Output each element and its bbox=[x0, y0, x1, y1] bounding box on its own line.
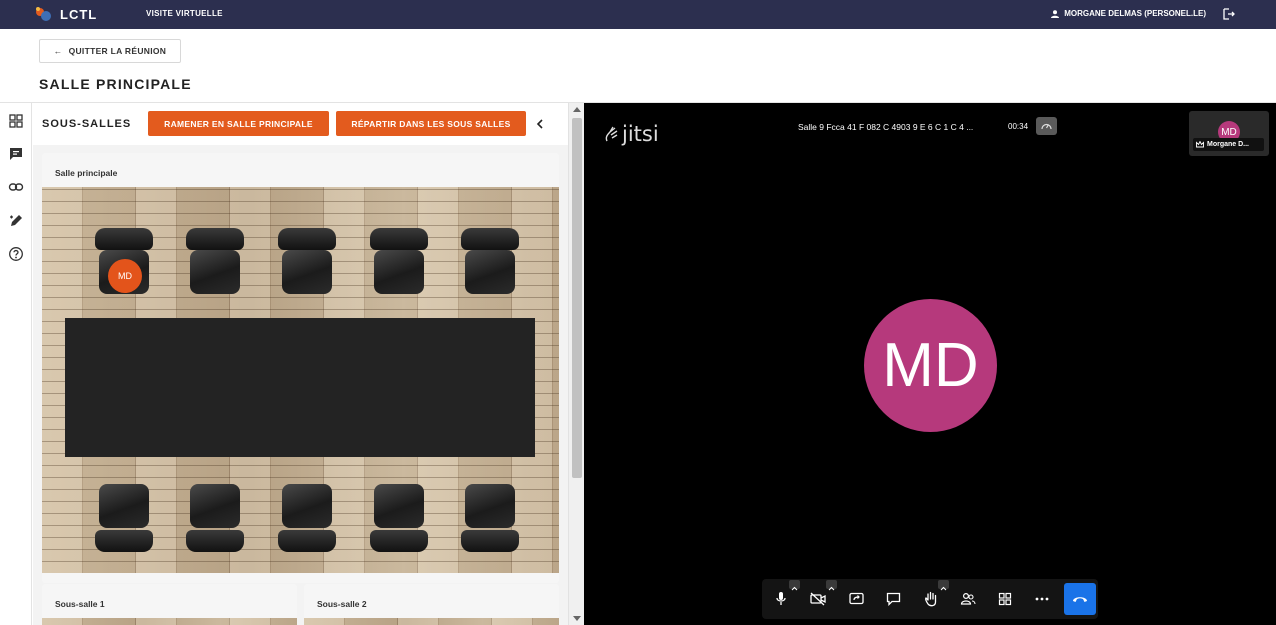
seat-bottom-2[interactable] bbox=[186, 484, 244, 554]
seat-top-2[interactable] bbox=[186, 228, 244, 298]
screen-share-icon bbox=[848, 592, 864, 605]
thumbnail-name-tag: Morgane D... bbox=[1193, 138, 1264, 151]
left-icon-rail bbox=[0, 103, 32, 625]
participant-avatar[interactable]: MD bbox=[108, 259, 142, 293]
seat-top-3[interactable] bbox=[278, 228, 336, 298]
more-horizontal-icon bbox=[1035, 597, 1049, 601]
bring-back-button[interactable]: RAMENER EN SALLE PRINCIPALE bbox=[148, 111, 329, 136]
connection-quality-indicator[interactable] bbox=[1036, 117, 1057, 135]
panel-scrollbar[interactable] bbox=[568, 103, 584, 625]
thumbnail-name: Morgane D... bbox=[1207, 141, 1250, 148]
tile-view-icon bbox=[998, 592, 1012, 606]
speaker-avatar: MD bbox=[864, 299, 997, 432]
subroom-floor[interactable] bbox=[42, 618, 297, 625]
meeting-timer: 00:34 bbox=[1008, 122, 1029, 131]
gauge-icon bbox=[1041, 123, 1052, 130]
subroom-label: Sous-salle 2 bbox=[317, 599, 367, 609]
chat-icon bbox=[886, 592, 900, 606]
raise-hand-icon bbox=[924, 591, 937, 607]
page-title: SALLE PRINCIPALE bbox=[39, 76, 192, 92]
panel-title: SOUS-SALLES bbox=[42, 118, 132, 130]
nav-link-virtual-visit[interactable]: VISITE VIRTUELLE bbox=[146, 9, 223, 18]
help-icon[interactable] bbox=[8, 246, 24, 262]
more-actions-button[interactable] bbox=[1031, 588, 1053, 610]
breakout-rooms-panel: SOUS-SALLES RAMENER EN SALLE PRINCIPALE … bbox=[33, 103, 584, 625]
crown-icon bbox=[1196, 141, 1204, 148]
app-logo[interactable]: LCTL bbox=[34, 6, 97, 22]
seat-top-4[interactable] bbox=[370, 228, 428, 298]
quit-meeting-button[interactable]: ← QUITTER LA RÉUNION bbox=[39, 39, 181, 63]
jitsi-logo-text: jitsi bbox=[622, 122, 659, 146]
camera-off-icon bbox=[810, 592, 826, 606]
user-name: MORGANE DELMAS (PERSONEL.LE) bbox=[1064, 9, 1206, 18]
seat-bottom-1[interactable] bbox=[95, 484, 153, 554]
app-name: LCTL bbox=[60, 6, 98, 22]
screen-share-button[interactable] bbox=[845, 588, 867, 610]
main-room-label: Salle principale bbox=[55, 168, 118, 178]
chat-button[interactable] bbox=[882, 588, 904, 610]
seat-top-5[interactable] bbox=[461, 228, 519, 298]
scroll-down-icon[interactable] bbox=[573, 616, 581, 621]
top-navbar: LCTL VISITE VIRTUELLE MORGANE DELMAS (PE… bbox=[0, 0, 1276, 29]
subroom-card-2: Sous-salle 2 bbox=[304, 584, 559, 625]
subroom-label: Sous-salle 1 bbox=[55, 599, 105, 609]
scroll-thumb[interactable] bbox=[572, 118, 582, 478]
reactions-chevron-up-icon[interactable] bbox=[938, 580, 949, 591]
tile-view-button[interactable] bbox=[994, 588, 1016, 610]
participants-button[interactable] bbox=[957, 588, 979, 610]
grid-icon[interactable] bbox=[8, 113, 24, 129]
user-menu[interactable]: MORGANE DELMAS (PERSONEL.LE) bbox=[1051, 9, 1206, 18]
hangup-button[interactable] bbox=[1064, 583, 1096, 615]
panel-header: SOUS-SALLES RAMENER EN SALLE PRINCIPALE … bbox=[33, 103, 568, 145]
subroom-card-1: Sous-salle 1 bbox=[42, 584, 297, 625]
jitsi-logo: jitsi bbox=[604, 122, 659, 146]
arrow-left-icon: ← bbox=[53, 46, 63, 56]
quit-meeting-label: QUITTER LA RÉUNION bbox=[68, 46, 167, 56]
subroom-floor[interactable] bbox=[304, 618, 559, 625]
meeting-table bbox=[65, 318, 535, 457]
seat-bottom-3[interactable] bbox=[278, 484, 336, 554]
page-header: ← QUITTER LA RÉUNION SALLE PRINCIPALE bbox=[0, 29, 1276, 103]
seat-bottom-5[interactable] bbox=[461, 484, 519, 554]
user-icon bbox=[1051, 9, 1060, 18]
camera-options-chevron-up-icon[interactable] bbox=[826, 580, 837, 591]
meeting-name: Salle 9 Fcca 41 F 082 C 4903 9 E 6 C 1 C… bbox=[798, 122, 974, 132]
jitsi-hand-icon bbox=[605, 126, 618, 142]
room-floor[interactable]: MD bbox=[42, 187, 559, 573]
jitsi-video-area: jitsi Salle 9 Fcca 41 F 082 C 4903 9 E 6… bbox=[584, 103, 1276, 625]
scroll-up-icon[interactable] bbox=[573, 107, 581, 112]
logo-icon bbox=[34, 6, 52, 22]
rooms-scroll-area[interactable]: Salle principale MD Sous-salle 1 Sous-sa… bbox=[33, 145, 568, 625]
edit-icon[interactable] bbox=[8, 213, 24, 229]
logout-icon[interactable] bbox=[1222, 7, 1236, 21]
chevron-left-icon[interactable] bbox=[534, 118, 546, 130]
distribute-button[interactable]: RÉPARTIR DANS LES SOUS SALLES bbox=[336, 111, 526, 136]
call-toolbar bbox=[762, 579, 1098, 619]
seat-bottom-4[interactable] bbox=[370, 484, 428, 554]
chat-icon[interactable] bbox=[8, 146, 24, 162]
microphone-icon bbox=[776, 592, 786, 605]
participant-thumbnail[interactable]: MD Morgane D... bbox=[1189, 111, 1269, 156]
link-icon[interactable] bbox=[8, 179, 24, 195]
microphone-options-chevron-up-icon[interactable] bbox=[789, 580, 800, 591]
phone-hangup-icon bbox=[1073, 597, 1087, 602]
main-room-card: Salle principale MD bbox=[42, 153, 559, 583]
participants-icon bbox=[960, 592, 976, 605]
